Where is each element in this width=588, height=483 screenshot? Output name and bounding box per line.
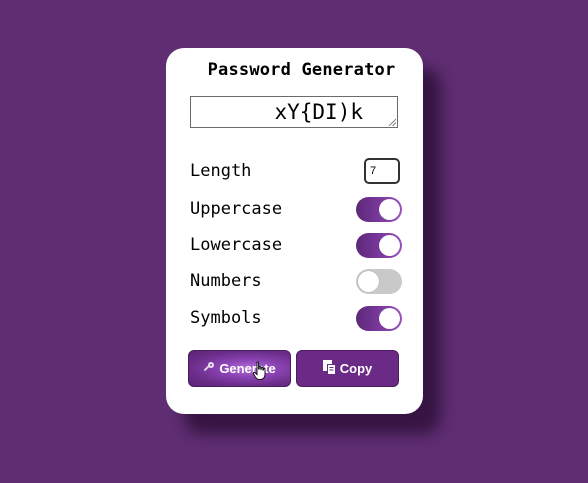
symbols-toggle[interactable] xyxy=(356,306,402,331)
password-output[interactable]: xY{DI)k xyxy=(190,96,398,128)
length-label: Length xyxy=(190,161,252,181)
key-icon xyxy=(203,361,215,376)
numbers-toggle[interactable] xyxy=(356,269,402,294)
numbers-label: Numbers xyxy=(190,271,262,291)
lowercase-label: Lowercase xyxy=(190,235,283,255)
length-input[interactable]: 7 xyxy=(364,158,400,184)
symbols-row: Symbols xyxy=(190,306,402,334)
generate-button-label: Generate xyxy=(219,361,276,376)
uppercase-row: Uppercase xyxy=(190,197,402,225)
copy-button-label: Copy xyxy=(339,361,373,376)
toggle-knob xyxy=(379,235,400,256)
password-generator-card: Password Generator xY{DI)k Length 7 Uppe… xyxy=(166,48,423,414)
length-row: Length 7 xyxy=(190,158,402,187)
toggle-knob xyxy=(379,199,400,220)
uppercase-label: Uppercase xyxy=(190,199,283,219)
generate-button[interactable]: Generate xyxy=(188,350,291,387)
copy-icon xyxy=(322,359,336,378)
toggle-knob xyxy=(379,308,400,329)
copy-button[interactable]: Copy xyxy=(296,350,399,387)
resize-handle-icon[interactable] xyxy=(389,119,396,126)
hand-cursor-icon xyxy=(252,361,267,381)
symbols-label: Symbols xyxy=(190,308,262,328)
lowercase-toggle[interactable] xyxy=(356,233,402,258)
lowercase-row: Lowercase xyxy=(190,233,402,261)
toggle-knob xyxy=(358,271,379,292)
password-output-value: xY{DI)k xyxy=(274,100,363,124)
uppercase-toggle[interactable] xyxy=(356,197,402,222)
app-title: Password Generator xyxy=(207,60,396,80)
numbers-row: Numbers xyxy=(190,269,402,297)
